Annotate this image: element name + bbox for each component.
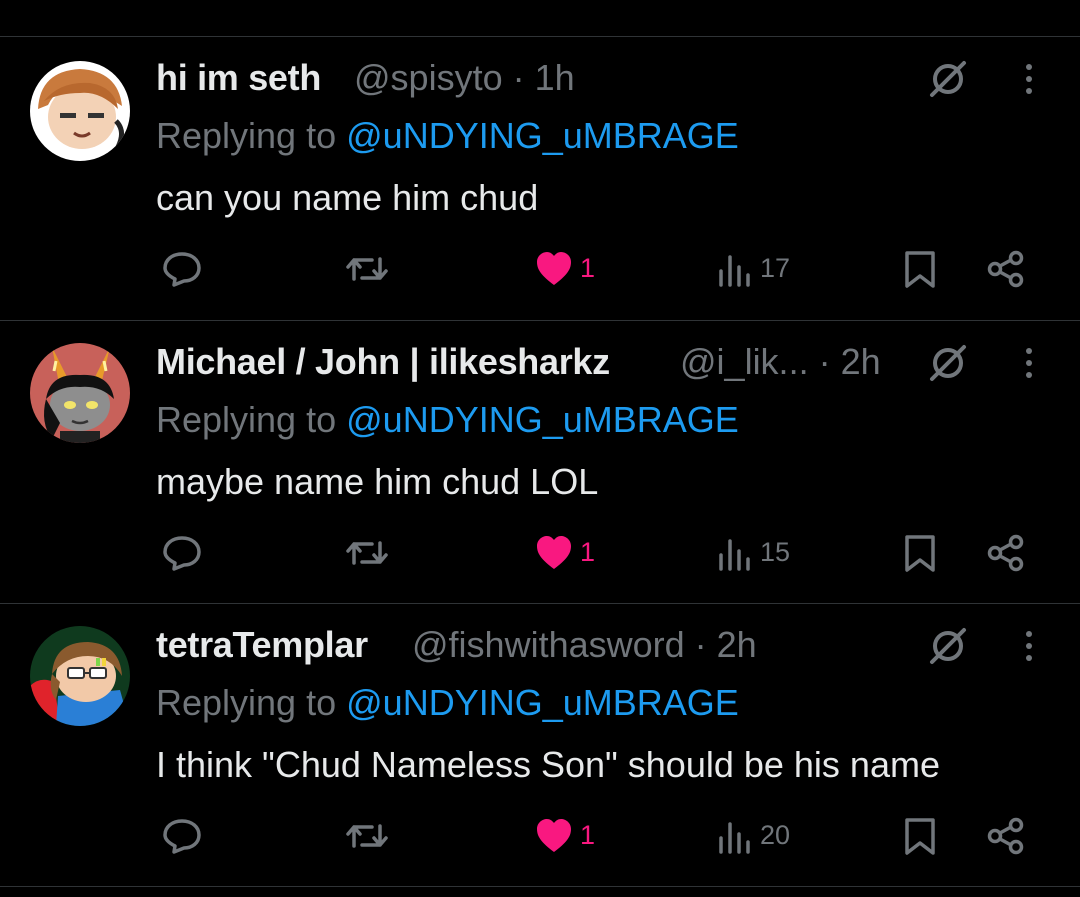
tweet-text: maybe name him chud LOL	[156, 461, 599, 502]
retweet-button[interactable]	[344, 533, 390, 573]
bookmark-button[interactable]	[902, 533, 938, 573]
avatar[interactable]	[30, 626, 130, 726]
replying-to: Replying to @uNDYING_uMBRAGE	[156, 115, 739, 157]
timestamp[interactable]: · 2h	[695, 624, 757, 665]
display-name[interactable]: hi im seth	[156, 57, 321, 99]
retweet-button[interactable]	[344, 249, 390, 289]
more-options-icon[interactable]	[1014, 626, 1044, 666]
like-button[interactable]: 1	[534, 816, 614, 856]
reply-icon	[163, 536, 201, 571]
replying-label: Replying to	[156, 115, 337, 156]
bookmark-icon	[905, 535, 935, 572]
retweet-icon	[346, 541, 388, 565]
handle[interactable]: @spisyto	[354, 57, 503, 98]
handle[interactable]: @i_lik...	[680, 341, 809, 382]
timestamp[interactable]: · 1h	[513, 57, 575, 98]
bookmark-button[interactable]	[902, 816, 938, 856]
display-name[interactable]: Michael / John | ilikesharkz	[156, 341, 610, 383]
replying-to: Replying to @uNDYING_uMBRAGE	[156, 682, 739, 724]
heart-filled-icon	[537, 819, 571, 852]
tweet[interactable]: hi im seth @spisyto · 1h Replying to @uN…	[0, 37, 1080, 320]
share-button[interactable]	[986, 816, 1026, 856]
tweet-divider	[0, 886, 1080, 887]
retweet-icon	[346, 257, 388, 281]
bookmark-icon	[905, 818, 935, 855]
display-name[interactable]: tetraTemplar	[156, 624, 368, 666]
timestamp[interactable]: · 2h	[819, 341, 881, 382]
grok-icon[interactable]	[928, 626, 968, 666]
heart-filled-icon	[537, 252, 571, 285]
handle-time[interactable]: @spisyto · 1h	[354, 57, 575, 99]
tweet[interactable]: tetraTemplar @fishwithasword · 2h Replyi…	[0, 604, 1080, 887]
reply-button[interactable]	[162, 533, 202, 573]
more-options-icon[interactable]	[1014, 59, 1044, 99]
replying-handle-link[interactable]: @uNDYING_uMBRAGE	[346, 115, 739, 156]
replying-label: Replying to	[156, 682, 337, 723]
like-count: 1	[580, 820, 596, 850]
reply-button[interactable]	[162, 816, 202, 856]
handle-time[interactable]: @fishwithasword · 2h	[412, 624, 757, 666]
reply-icon	[163, 252, 201, 287]
bookmark-button[interactable]	[902, 249, 938, 289]
tweet[interactable]: Michael / John | ilikesharkz @i_lik... ·…	[0, 321, 1080, 604]
view-count: 15	[760, 537, 791, 567]
like-count: 1	[580, 253, 596, 283]
retweet-button[interactable]	[344, 816, 390, 856]
share-button[interactable]	[986, 249, 1026, 289]
more-options-icon[interactable]	[1014, 343, 1044, 383]
views-chart-icon	[719, 255, 750, 287]
bookmark-icon	[905, 251, 935, 288]
replying-handle-link[interactable]: @uNDYING_uMBRAGE	[346, 399, 739, 440]
replying-handle-link[interactable]: @uNDYING_uMBRAGE	[346, 682, 739, 723]
avatar[interactable]	[30, 343, 130, 443]
share-button[interactable]	[986, 533, 1026, 573]
like-count: 1	[580, 537, 596, 567]
views-button[interactable]: 20	[716, 816, 806, 856]
reply-icon	[163, 819, 201, 854]
share-icon	[987, 250, 1024, 288]
replying-label: Replying to	[156, 399, 337, 440]
replying-to: Replying to @uNDYING_uMBRAGE	[156, 399, 739, 441]
views-button[interactable]: 15	[716, 533, 806, 573]
heart-filled-icon	[537, 536, 571, 569]
handle[interactable]: @fishwithasword	[412, 624, 685, 665]
tweet-text: I think "Chud Nameless Son" should be hi…	[156, 744, 940, 785]
retweet-icon	[346, 824, 388, 848]
views-chart-icon	[719, 539, 750, 571]
tweet-text: can you name him chud	[156, 177, 539, 218]
like-button[interactable]: 1	[534, 249, 614, 289]
grok-icon[interactable]	[928, 59, 968, 99]
grok-icon[interactable]	[928, 343, 968, 383]
reply-button[interactable]	[162, 249, 202, 289]
views-chart-icon	[719, 822, 750, 854]
view-count: 20	[760, 820, 791, 850]
view-count: 17	[760, 253, 791, 283]
handle-time[interactable]: @i_lik... · 2h	[680, 341, 881, 383]
avatar[interactable]	[30, 61, 130, 161]
views-button[interactable]: 17	[716, 249, 806, 289]
like-button[interactable]: 1	[534, 533, 614, 573]
share-icon	[987, 817, 1024, 855]
share-icon	[987, 534, 1024, 572]
